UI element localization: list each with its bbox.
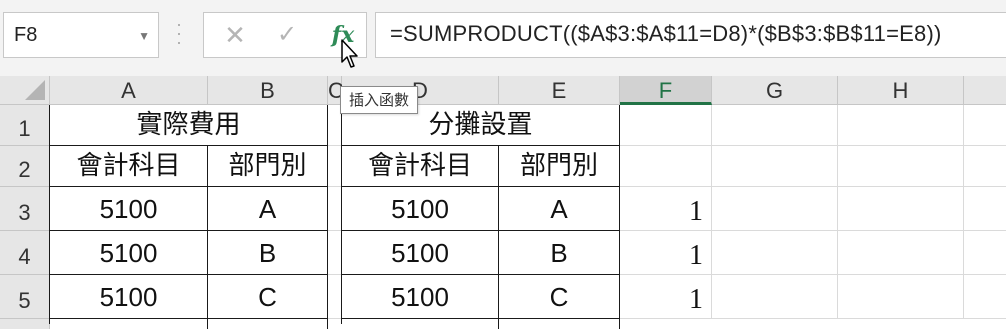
row-header-4[interactable]: 4	[0, 231, 50, 275]
tooltip: 插入函數	[340, 86, 418, 114]
cell-i4[interactable]	[964, 231, 1006, 275]
cell-c3[interactable]	[328, 187, 342, 231]
row-header-6[interactable]	[0, 319, 50, 329]
cell-c2[interactable]	[328, 146, 342, 187]
cell-e5[interactable]: C	[499, 275, 620, 319]
name-box-value: F8	[14, 24, 38, 46]
column-header-b[interactable]: B	[208, 76, 328, 105]
column-header-a[interactable]: A	[50, 76, 208, 105]
cell-b3[interactable]: A	[208, 187, 328, 231]
enter-icon[interactable]: ✓	[272, 19, 302, 51]
cell-f4[interactable]: 1	[620, 231, 712, 275]
cancel-icon[interactable]: ✕	[220, 19, 250, 51]
cell-d4[interactable]: 5100	[342, 231, 499, 275]
row-header-1[interactable]: 1	[0, 105, 50, 146]
cell-i3[interactable]	[964, 187, 1006, 231]
cell-f3[interactable]: 1	[620, 187, 712, 231]
cell-b5[interactable]: C	[208, 275, 328, 319]
cell-a3[interactable]: 5100	[50, 187, 208, 231]
cell-i2[interactable]	[964, 146, 1006, 187]
cell-d5[interactable]: 5100	[342, 275, 499, 319]
cell-e6[interactable]	[499, 319, 620, 329]
cell-f1[interactable]	[620, 105, 712, 146]
cell-b4[interactable]: B	[208, 231, 328, 275]
column-header-h[interactable]: H	[838, 76, 964, 105]
cell-c5[interactable]	[328, 275, 342, 319]
table-left-border	[49, 105, 50, 324]
formula-input[interactable]: =SUMPRODUCT(($A$3:$A$11=D8)*($B$3:$B$11=…	[375, 12, 1006, 58]
row-header-5[interactable]: 5	[0, 275, 50, 319]
cell-c4[interactable]	[328, 231, 342, 275]
name-box[interactable]: F8 ▼	[3, 12, 159, 58]
cell-h4[interactable]	[838, 231, 964, 275]
cell-d2[interactable]: 會計科目	[342, 146, 499, 187]
cell-a2[interactable]: 會計科目	[50, 146, 208, 187]
cell-a6[interactable]	[50, 319, 208, 329]
row-header-3[interactable]: 3	[0, 187, 50, 231]
cell-g3[interactable]	[712, 187, 838, 231]
cell-e2[interactable]: 部門別	[499, 146, 620, 187]
cell-g2[interactable]	[712, 146, 838, 187]
cell-d6[interactable]	[342, 319, 499, 329]
cell-i1[interactable]	[964, 105, 1006, 146]
row-header-2[interactable]: 2	[0, 146, 50, 187]
formula-text: =SUMPRODUCT(($A$3:$A$11=D8)*($B$3:$B$11=…	[390, 21, 942, 46]
cell-b2[interactable]: 部門別	[208, 146, 328, 187]
cell-h2[interactable]	[838, 146, 964, 187]
cell-a4[interactable]: 5100	[50, 231, 208, 275]
table-left-border	[341, 105, 342, 324]
cell-b6[interactable]	[208, 319, 328, 329]
select-all-button[interactable]	[0, 76, 50, 105]
cell-h5[interactable]	[838, 275, 964, 319]
cell-h1[interactable]	[838, 105, 964, 146]
cell-a5[interactable]: 5100	[50, 275, 208, 319]
cell-a1[interactable]: 實際費用	[50, 105, 328, 146]
chevron-down-icon[interactable]: ▼	[138, 29, 150, 43]
cell-g4[interactable]	[712, 231, 838, 275]
cell-f5[interactable]: 1	[620, 275, 712, 319]
cell-g5[interactable]	[712, 275, 838, 319]
cell-i5[interactable]	[964, 275, 1006, 319]
cell-e3[interactable]: A	[499, 187, 620, 231]
column-header-f[interactable]: F	[620, 76, 712, 105]
drag-handle-icon[interactable]: · · ·	[172, 15, 186, 51]
column-header-g[interactable]: G	[712, 76, 838, 105]
mouse-pointer-icon	[341, 39, 358, 68]
cell-h3[interactable]	[838, 187, 964, 231]
cell-d3[interactable]: 5100	[342, 187, 499, 231]
column-header-next[interactable]	[964, 76, 1006, 105]
column-header-e[interactable]: E	[499, 76, 620, 105]
cell-g1[interactable]	[712, 105, 838, 146]
cell-f2[interactable]	[620, 146, 712, 187]
cell-e4[interactable]: B	[499, 231, 620, 275]
